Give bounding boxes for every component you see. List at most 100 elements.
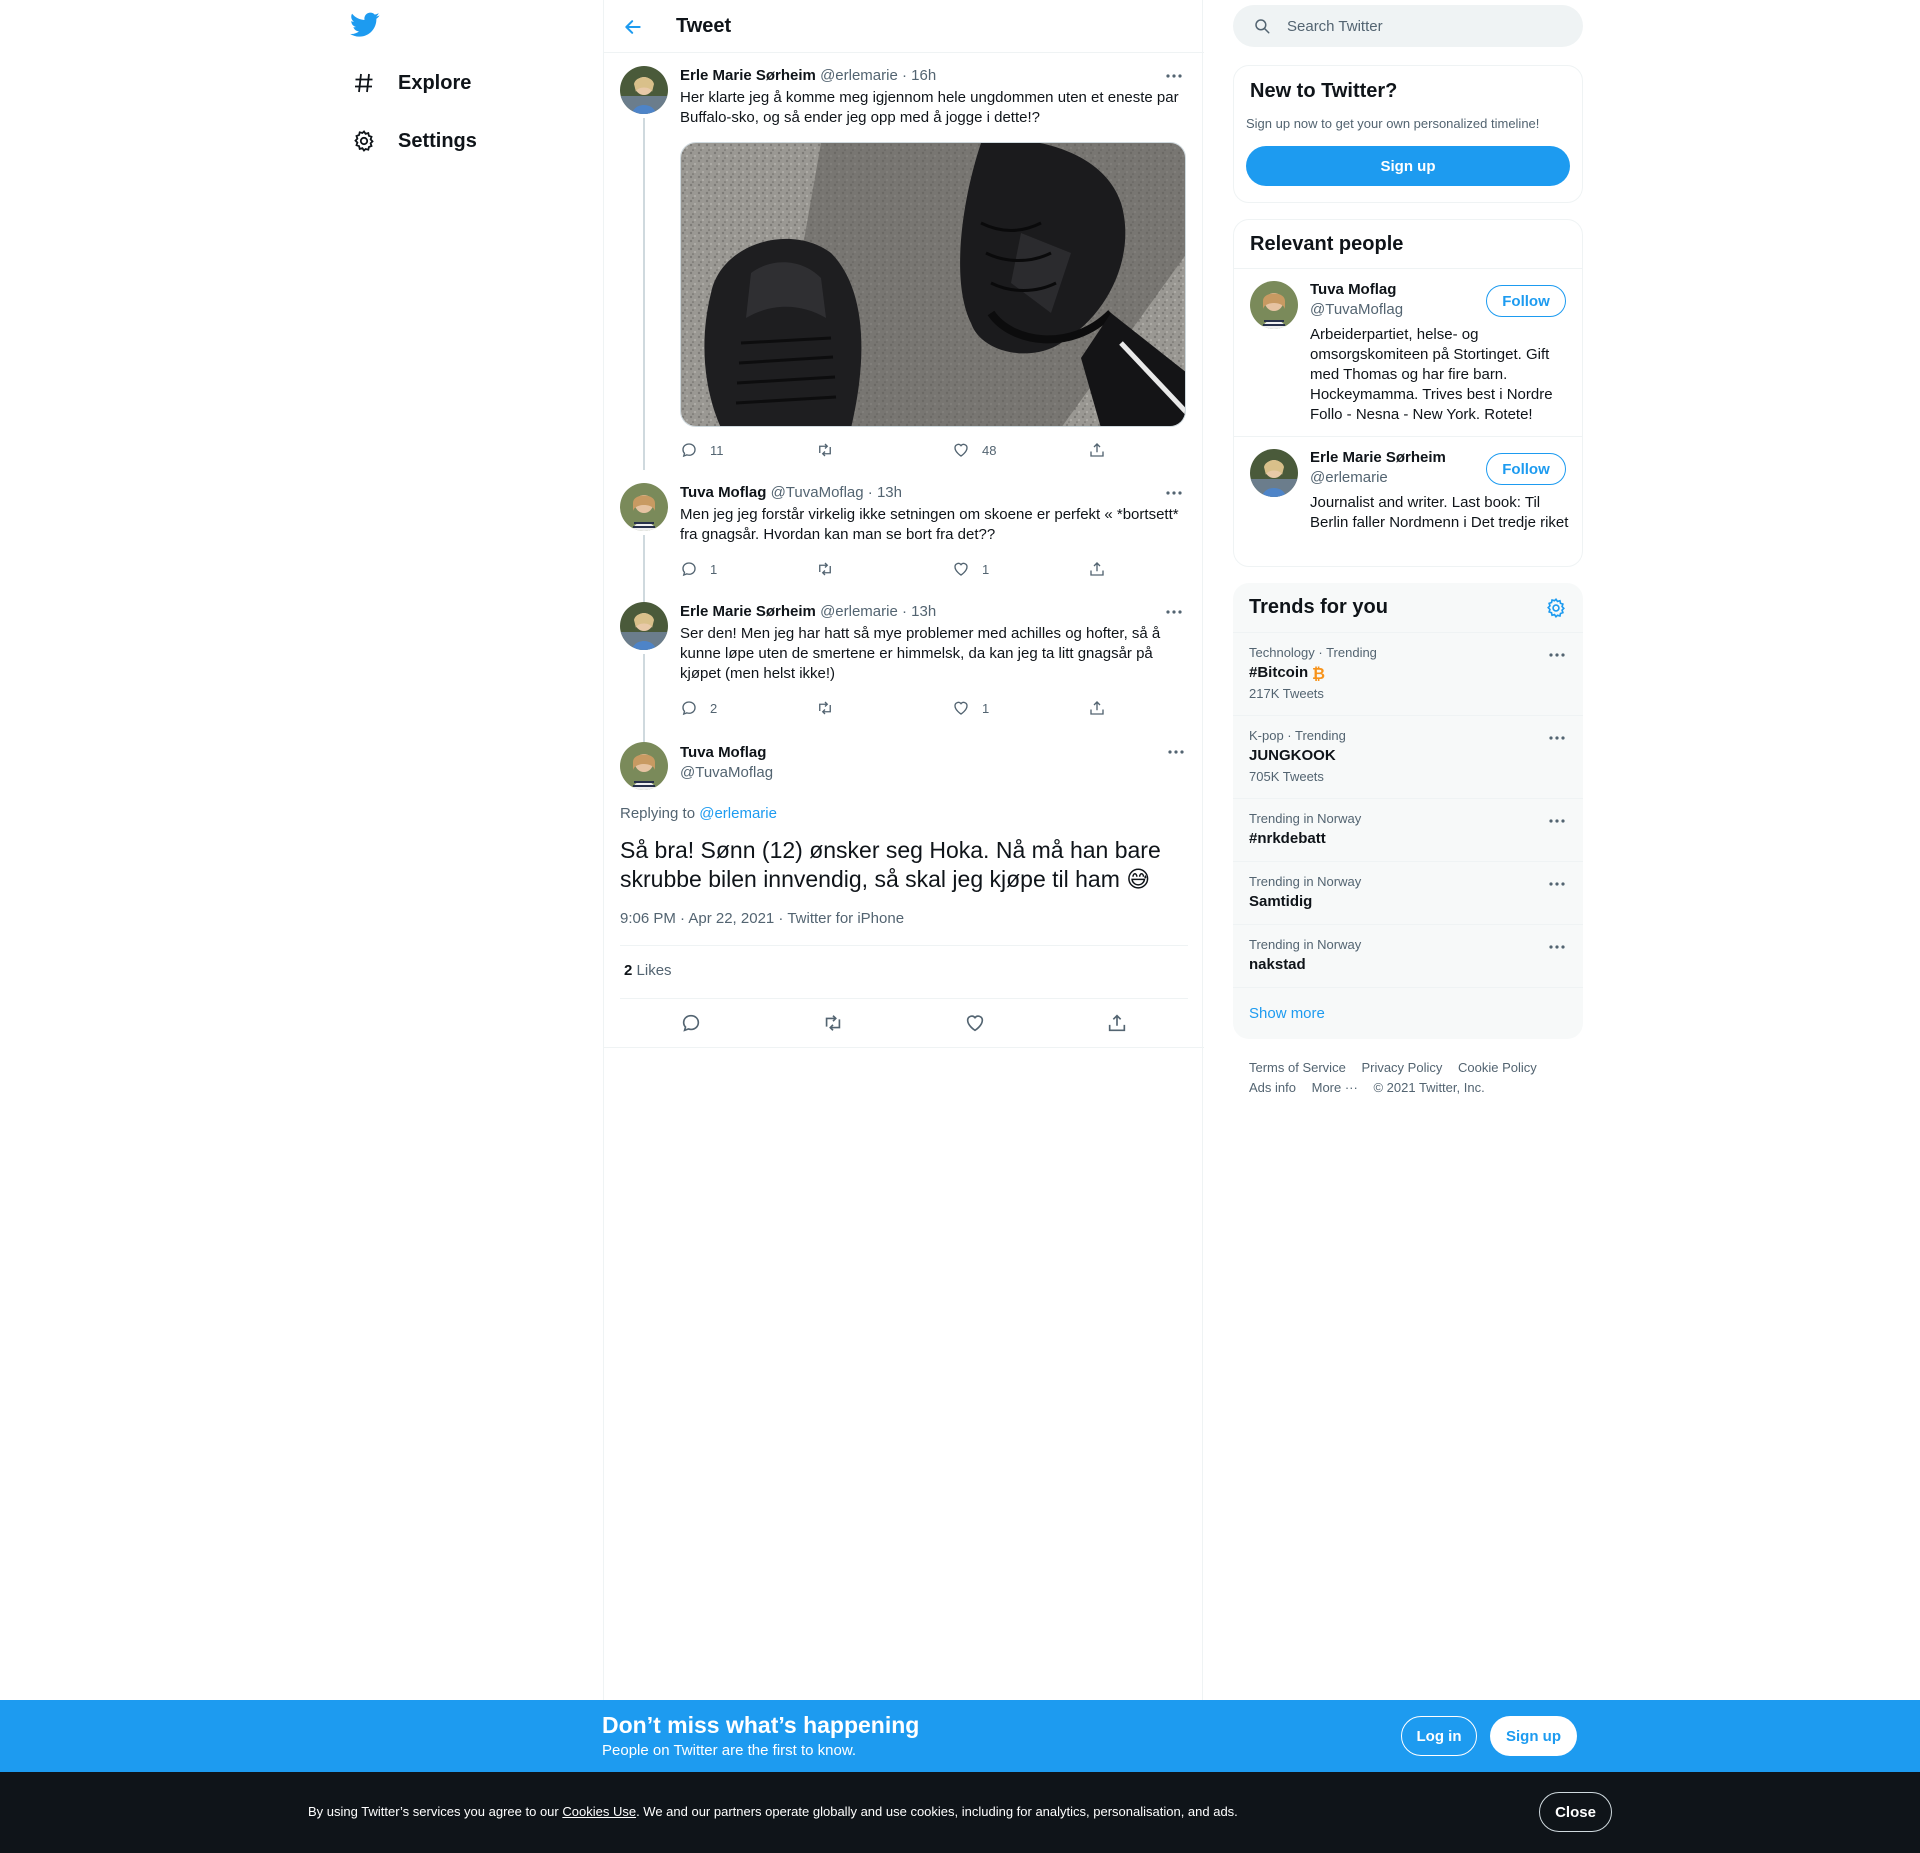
trends-settings-gear-icon[interactable] (1545, 597, 1567, 619)
ads-info-link[interactable]: Ads info (1249, 1078, 1296, 1098)
trend-item[interactable]: K-pop · Trending JUNGKOOK 705K Tweets (1233, 715, 1583, 798)
sidebar-signup-button[interactable]: Sign up (1246, 146, 1570, 186)
author-name[interactable]: Tuva Moflag (680, 744, 766, 761)
heart-icon[interactable] (962, 1010, 988, 1036)
login-button[interactable]: Log in (1401, 1716, 1477, 1756)
footer-links: Terms of Service Privacy Policy Cookie P… (1249, 1058, 1569, 1098)
nav-settings[interactable]: Settings (350, 116, 477, 166)
author-handle[interactable]: @TuvaMoflag (680, 764, 773, 781)
search-input[interactable] (1287, 17, 1547, 35)
trend-item[interactable]: Trending in Norway #nrkdebatt (1233, 798, 1583, 861)
cookie-policy-link[interactable]: Cookie Policy (1458, 1058, 1537, 1078)
more-dots-icon[interactable] (1547, 730, 1567, 746)
person-name[interactable]: Tuva Moflag (1310, 281, 1396, 298)
thread-tweet[interactable]: Erle Marie Sørheim @erlemarie · 13h Ser … (620, 602, 1188, 742)
trend-item[interactable]: Technology · Trending #Bitcoin ₿ 217K Tw… (1233, 632, 1583, 715)
privacy-link[interactable]: Privacy Policy (1361, 1058, 1442, 1078)
author-handle[interactable]: @erlemarie (820, 603, 898, 620)
trend-name: #nrkdebatt (1249, 830, 1326, 847)
like-button[interactable]: 48 (952, 440, 1088, 460)
tweet-time[interactable]: 13h (877, 484, 902, 501)
follow-button[interactable]: Follow (1486, 453, 1566, 485)
trend-item[interactable]: Trending in Norway Samtidig (1233, 861, 1583, 924)
more-dots-icon[interactable] (1162, 602, 1186, 622)
retweet-button[interactable] (816, 559, 952, 579)
search-icon (1255, 19, 1270, 34)
person-item[interactable]: Erle Marie Sørheim @erlemarie Journalist… (1234, 436, 1582, 566)
more-dots-icon[interactable] (1547, 647, 1567, 663)
avatar[interactable] (620, 742, 668, 790)
tweet-photo-shoes[interactable] (680, 142, 1186, 427)
author-name[interactable]: Erle Marie Sørheim (680, 603, 816, 620)
trend-name: Samtidig (1249, 893, 1313, 910)
nav-explore[interactable]: Explore (350, 58, 471, 108)
share-icon[interactable] (1104, 1010, 1130, 1036)
person-handle[interactable]: @TuvaMoflag (1310, 301, 1403, 318)
reply-button[interactable]: 2 (680, 698, 816, 718)
more-dots-icon[interactable] (1162, 483, 1186, 503)
like-button[interactable]: 1 (952, 559, 1088, 579)
divider (620, 998, 1188, 999)
page-header: Tweet (604, 0, 1204, 53)
search-box[interactable] (1233, 5, 1583, 47)
author-handle[interactable]: @erlemarie (820, 67, 898, 84)
author-handle[interactable]: @TuvaMoflag (771, 484, 864, 501)
avatar[interactable] (620, 66, 668, 114)
more-dots-icon[interactable] (1547, 939, 1567, 955)
tweet-timestamp[interactable]: 9:06 PM · Apr 22, 2021 · Twitter for iPh… (620, 910, 904, 927)
likes-count: 2 (624, 962, 633, 979)
trend-context: K-pop · Trending (1249, 728, 1346, 743)
thread-tweet[interactable]: Erle Marie Sørheim @erlemarie · 16h Her … (620, 66, 1188, 470)
replying-to-link[interactable]: @erlemarie (699, 805, 777, 822)
cookie-close-button[interactable]: Close (1539, 1792, 1612, 1832)
avatar[interactable] (620, 483, 668, 531)
retweet-button[interactable] (816, 698, 952, 718)
more-dots-icon[interactable] (1164, 742, 1188, 762)
more-dots-icon[interactable] (1547, 813, 1567, 829)
like-button[interactable]: 1 (952, 698, 1088, 718)
share-button[interactable] (1088, 698, 1118, 718)
show-more-link[interactable]: Show more (1249, 1005, 1325, 1022)
retweet-icon (819, 562, 831, 576)
retweet-button[interactable] (816, 440, 952, 460)
share-button[interactable] (1088, 559, 1118, 579)
tweet-time[interactable]: 13h (911, 603, 936, 620)
thread-tweet[interactable]: Tuva Moflag @TuvaMoflag · 13h Men jeg je… (620, 483, 1188, 602)
more-dots-icon[interactable] (1547, 876, 1567, 892)
reply-button[interactable]: 1 (680, 559, 816, 579)
reply-button[interactable]: 11 (680, 440, 816, 460)
follow-button[interactable]: Follow (1486, 285, 1566, 317)
trend-name: JUNGKOOK (1249, 747, 1336, 764)
more-dots-icon[interactable] (1162, 66, 1186, 86)
terms-link[interactable]: Terms of Service (1249, 1058, 1346, 1078)
person-item[interactable]: Tuva Moflag @TuvaMoflag Arbeiderpartiet,… (1234, 268, 1582, 436)
retweet-icon[interactable] (820, 1010, 846, 1036)
tweet-content: Erle Marie Sørheim @erlemarie · 16h Her … (680, 66, 1186, 128)
author-name[interactable]: Erle Marie Sørheim (680, 67, 816, 84)
avatar[interactable] (1250, 281, 1298, 329)
more-link[interactable]: More ··· (1312, 1078, 1358, 1098)
reply-icon[interactable] (678, 1010, 704, 1036)
prompt-title: Don’t miss what’s happening (602, 1712, 920, 1738)
back-arrow-icon[interactable] (620, 14, 646, 40)
avatar[interactable] (620, 602, 668, 650)
share-icon (1090, 562, 1104, 576)
prompt-subtitle: People on Twitter are the first to know. (602, 1742, 857, 1759)
trend-item[interactable]: Trending in Norway nakstad (1233, 924, 1583, 987)
signup-button[interactable]: Sign up (1490, 1716, 1577, 1756)
person-handle[interactable]: @erlemarie (1310, 469, 1388, 486)
author-name[interactable]: Tuva Moflag (680, 484, 766, 501)
twitter-bird-icon[interactable] (350, 12, 380, 40)
likes-summary[interactable]: 2 Likes (624, 962, 672, 979)
reply-icon (682, 443, 696, 458)
share-button[interactable] (1088, 440, 1118, 460)
tweet-content: Tuva Moflag @TuvaMoflag · 13h Men jeg je… (680, 483, 1186, 545)
tweet-time[interactable]: 16h (911, 67, 936, 84)
person-name[interactable]: Erle Marie Sørheim (1310, 449, 1446, 466)
hashtag-icon (350, 69, 378, 97)
cookies-use-link[interactable]: Cookies Use (562, 1804, 636, 1819)
trend-tweet-count: 217K Tweets (1249, 686, 1324, 701)
reply-icon (682, 562, 696, 577)
avatar[interactable] (1250, 449, 1298, 497)
heart-icon (954, 701, 968, 715)
